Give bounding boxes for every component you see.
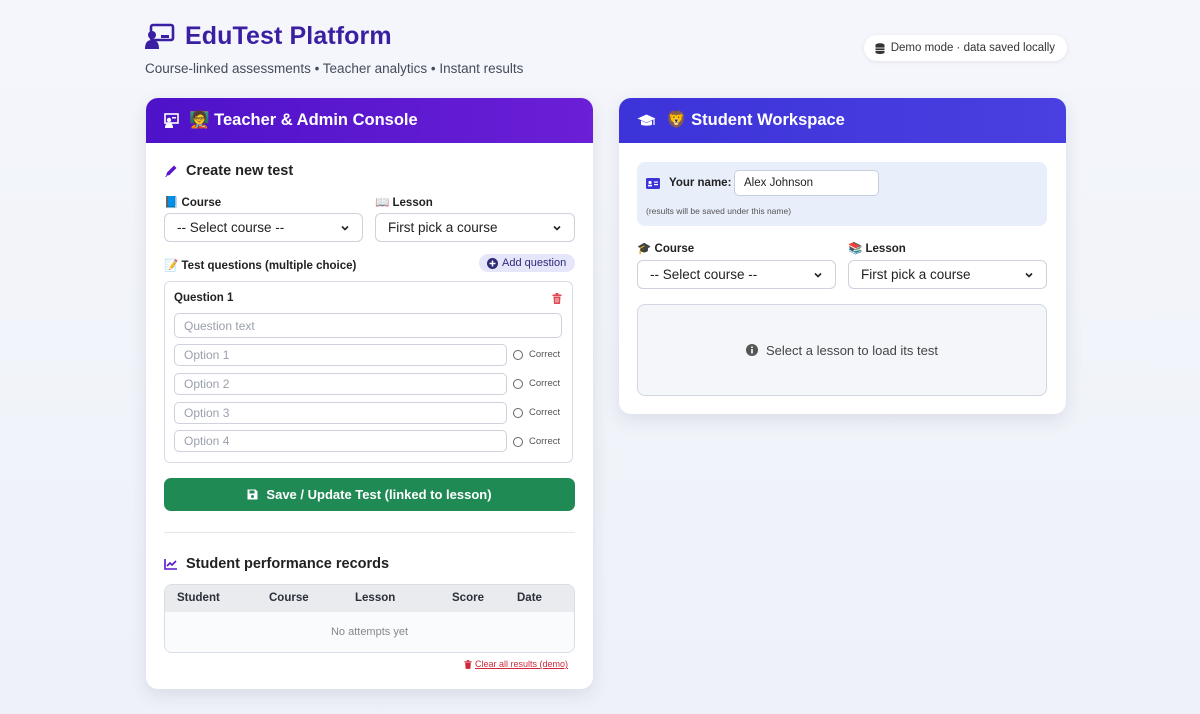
radio-circle[interactable] — [513, 378, 523, 389]
column-date: Date — [517, 592, 542, 604]
question-title: Question 1 — [174, 292, 234, 304]
page-header: EduTest Platform Course-linked assessmen… — [145, 22, 1067, 76]
id-card-icon — [646, 178, 660, 189]
question-text-placeholder: Question text — [184, 318, 255, 333]
teacher-console-title: 🧑‍🏫 Teacher & Admin Console — [189, 111, 418, 129]
name-label: Your name: — [669, 177, 732, 189]
student-course-value: -- Select course -- — [650, 267, 758, 282]
option-3-placeholder: Option 3 — [184, 406, 230, 420]
records-table: Student Course Lesson Score Date No atte… — [164, 584, 575, 653]
correct-label: Correct — [529, 436, 561, 447]
course-label: 📘 Course — [164, 197, 222, 209]
floppy-disk-icon — [247, 489, 258, 500]
student-lesson-label: 📚 Lesson — [848, 243, 906, 255]
test-placeholder-text: Select a lesson to load its test — [766, 342, 938, 358]
course-select[interactable]: -- Select course -- — [164, 213, 363, 242]
option-3-correct-radio[interactable]: Correct — [513, 407, 560, 418]
plus-circle-icon — [487, 257, 498, 269]
create-test-title: Create new test — [186, 163, 294, 179]
demo-badge: Demo mode · data saved locally — [863, 35, 1067, 61]
teacher-icon — [164, 113, 179, 128]
chevron-down-icon — [341, 225, 349, 231]
records-heading: Student performance records — [164, 556, 389, 572]
graduation-cap-icon — [637, 114, 656, 126]
line-chart-icon — [164, 559, 177, 570]
chevron-down-icon — [553, 225, 561, 231]
option-4-placeholder: Option 4 — [184, 434, 230, 448]
test-placeholder-panel: Select a lesson to load its test — [637, 304, 1047, 396]
chevron-down-icon — [814, 272, 822, 278]
records-title: Student performance records — [186, 556, 390, 572]
empty-table-message: No attempts yet — [165, 612, 574, 652]
pencil-icon — [165, 165, 177, 177]
save-test-label: Save / Update Test (linked to lesson) — [266, 487, 492, 502]
column-lesson: Lesson — [355, 592, 396, 604]
student-lesson-value: First pick a course — [861, 267, 971, 282]
question-card: Question 1 Question text Option 1 Correc… — [164, 281, 573, 463]
teacher-console-card: 🧑‍🏫 Teacher & Admin Console Create new t… — [146, 98, 593, 689]
option-2-correct-radio[interactable]: Correct — [513, 378, 560, 389]
lesson-label: 📖 Lesson — [375, 197, 433, 209]
student-workspace-header: 🦁 Student Workspace — [619, 98, 1066, 143]
course-select-value: -- Select course -- — [177, 220, 285, 235]
add-question-button[interactable]: Add question — [479, 254, 576, 272]
option-1-input[interactable]: Option 1 — [174, 344, 507, 366]
section-divider — [164, 532, 575, 533]
option-1-correct-radio[interactable]: Correct — [513, 349, 560, 360]
clear-results-label: Clear all results (demo) — [475, 659, 569, 669]
column-student: Student — [177, 592, 220, 604]
demo-badge-label: Demo mode · data saved locally — [890, 42, 1055, 54]
radio-circle[interactable] — [513, 407, 523, 418]
name-hint: (results will be saved under this name) — [646, 206, 792, 216]
student-lesson-select[interactable]: First pick a course — [848, 260, 1047, 289]
option-2-input[interactable]: Option 2 — [174, 373, 507, 395]
column-course: Course — [269, 592, 309, 604]
student-workspace-card: 🦁 Student Workspace Your name: Alex John… — [619, 98, 1066, 414]
correct-label: Correct — [529, 378, 561, 389]
questions-label: 📝 Test questions (multiple choice) — [164, 260, 357, 272]
option-2-placeholder: Option 2 — [184, 377, 230, 391]
correct-label: Correct — [529, 407, 561, 418]
option-1-placeholder: Option 1 — [184, 348, 230, 362]
chevron-down-icon — [1025, 272, 1033, 278]
question-text-input[interactable]: Question text — [174, 313, 562, 338]
app-title: EduTest Platform — [185, 22, 392, 50]
student-name-value: Alex Johnson — [744, 177, 814, 189]
trash-icon[interactable] — [552, 293, 562, 304]
column-score: Score — [452, 592, 484, 604]
radio-circle[interactable] — [513, 436, 523, 447]
records-table-header: Student Course Lesson Score Date — [165, 585, 574, 612]
info-icon — [746, 344, 758, 356]
student-course-select[interactable]: -- Select course -- — [637, 260, 836, 289]
student-workspace-title: 🦁 Student Workspace — [666, 111, 845, 129]
add-question-label: Add question — [502, 257, 567, 269]
lesson-select-value: First pick a course — [388, 220, 498, 235]
student-name-panel: Your name: Alex Johnson (results will be… — [637, 162, 1047, 226]
student-course-label: 🎓 Course — [637, 243, 695, 255]
option-4-input[interactable]: Option 4 — [174, 430, 507, 452]
lesson-select[interactable]: First pick a course — [375, 213, 575, 242]
clear-results-link[interactable]: Clear all results (demo) — [464, 659, 568, 669]
correct-label: Correct — [529, 349, 561, 360]
database-icon — [875, 42, 885, 54]
option-4-correct-radio[interactable]: Correct — [513, 436, 560, 447]
teacher-board-icon — [145, 23, 175, 49]
trash-icon — [464, 659, 472, 669]
student-name-input[interactable]: Alex Johnson — [734, 170, 879, 196]
radio-circle[interactable] — [513, 349, 523, 360]
save-test-button[interactable]: Save / Update Test (linked to lesson) — [164, 478, 575, 511]
create-test-heading: Create new test — [164, 163, 293, 179]
app-subtitle: Course-linked assessments • Teacher anal… — [145, 61, 524, 76]
teacher-console-header: 🧑‍🏫 Teacher & Admin Console — [146, 98, 593, 143]
option-3-input[interactable]: Option 3 — [174, 402, 507, 424]
